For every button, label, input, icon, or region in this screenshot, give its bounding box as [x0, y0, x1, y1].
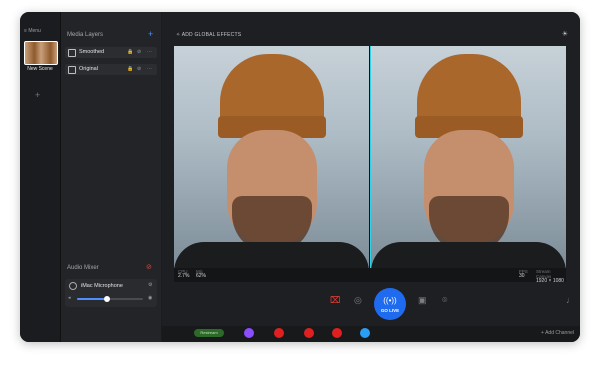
layer-label: Smoothed: [79, 49, 105, 55]
twitter-channel-icon[interactable]: [360, 328, 370, 338]
stat-cpu: CPU 2.7%: [178, 269, 189, 279]
more-icon[interactable]: ⋯: [147, 66, 152, 72]
lock-icon[interactable]: 🔒: [127, 49, 133, 55]
restream-toggle[interactable]: Restream: [194, 329, 224, 337]
youtube-channel-icon[interactable]: [332, 328, 342, 338]
stat-canvas: Stream Canvas 1920 × 1080: [536, 269, 566, 284]
add-channel-button[interactable]: + Add Channel: [541, 330, 574, 336]
visibility-icon[interactable]: ⊘: [137, 49, 141, 55]
broadcast-icon: ((•)): [383, 296, 397, 305]
layer-source-icon: [68, 66, 76, 74]
youtube-channel-icon[interactable]: [304, 328, 314, 338]
visibility-icon[interactable]: ⊘: [137, 66, 141, 72]
scene-thumbnail[interactable]: [24, 41, 58, 65]
effects-label: ADD GLOBAL EFFECTS: [181, 32, 242, 38]
audio-level-icon[interactable]: ♩: [566, 295, 575, 305]
shirt-shape: [371, 242, 566, 268]
layer-row-smoothed[interactable]: Smoothed 🔒 ⊘ ⋯: [65, 47, 157, 58]
menu-button[interactable]: ≡ Menu: [24, 28, 41, 34]
add-global-effects-button[interactable]: ✧ ADD GLOBAL EFFECTS: [176, 32, 241, 38]
brightness-icon[interactable]: ☀: [562, 30, 568, 38]
lock-icon[interactable]: 🔒: [127, 66, 133, 72]
twitch-channel-icon[interactable]: [244, 328, 254, 338]
channel-bar: Restream + Add Channel: [162, 326, 580, 342]
media-layers-panel: Media Layers + Smoothed 🔒 ⊘ ⋯ Original 🔒…: [61, 12, 161, 342]
go-live-label: GO LIVE: [380, 308, 400, 313]
media-layers-title: Media Layers: [67, 32, 104, 38]
youtube-channel-icon[interactable]: [274, 328, 284, 338]
volume-slider-fill: [77, 298, 107, 300]
device-settings-icon[interactable]: ⚙: [148, 282, 152, 288]
preview-canvas[interactable]: CPU 2.7% Mic 62% FPS 30 Stream Canvas 19…: [174, 46, 566, 284]
volume-slider-knob[interactable]: [103, 296, 110, 302]
audio-device-label: iMac Microphone: [81, 283, 123, 289]
mute-all-icon[interactable]: ⊘: [146, 263, 152, 271]
stats-bar: CPU 2.7% Mic 62% FPS 30 Stream Canvas 19…: [174, 268, 566, 284]
add-scene-button[interactable]: +: [35, 90, 40, 100]
webcam-icon[interactable]: ⌾: [442, 295, 447, 306]
audio-mixer-title: Audio Mixer: [67, 265, 99, 271]
add-channel-label: Add Channel: [545, 330, 574, 336]
stat-value: 62%: [196, 273, 207, 279]
layer-label: Original: [79, 66, 98, 72]
app-window: ≡ Menu New Scene + Media Layers + Smooth…: [20, 12, 580, 342]
more-icon[interactable]: ⋯: [147, 49, 152, 55]
volume-slider[interactable]: [77, 296, 143, 302]
stat-value: 2.7%: [178, 273, 190, 279]
preview-smoothed: [174, 46, 369, 268]
snapshot-icon[interactable]: ◎: [354, 295, 362, 306]
go-live-button[interactable]: ((•)) GO LIVE: [374, 288, 406, 320]
menu-label: Menu: [28, 28, 41, 34]
shirt-shape: [174, 242, 369, 268]
layer-source-icon: [68, 49, 76, 57]
stat-value: 1920 × 1080: [536, 278, 564, 284]
scene-label: New Scene: [27, 66, 53, 72]
preview-original: [371, 46, 566, 268]
record-icon[interactable]: ▣: [418, 295, 427, 306]
volume-low-icon: ◂: [68, 295, 71, 301]
main-stage: ✧ ADD GLOBAL EFFECTS ☀ CPU 2.7% Mic 62% …: [162, 12, 580, 342]
stat-fps: FPS 30: [519, 269, 528, 279]
camera-off-icon[interactable]: ⌧: [330, 295, 340, 306]
layer-row-original[interactable]: Original 🔒 ⊘ ⋯: [65, 64, 157, 75]
microphone-icon: [69, 282, 77, 290]
visibility-icon[interactable]: ◉: [148, 295, 152, 301]
stat-mic: Mic 62%: [196, 269, 206, 279]
scenes-panel: ≡ Menu New Scene +: [20, 12, 61, 342]
add-layer-button[interactable]: +: [148, 29, 153, 39]
audio-device-row: iMac Microphone ⚙ ◂ ◉: [65, 279, 157, 307]
stat-value: 30: [519, 273, 525, 279]
